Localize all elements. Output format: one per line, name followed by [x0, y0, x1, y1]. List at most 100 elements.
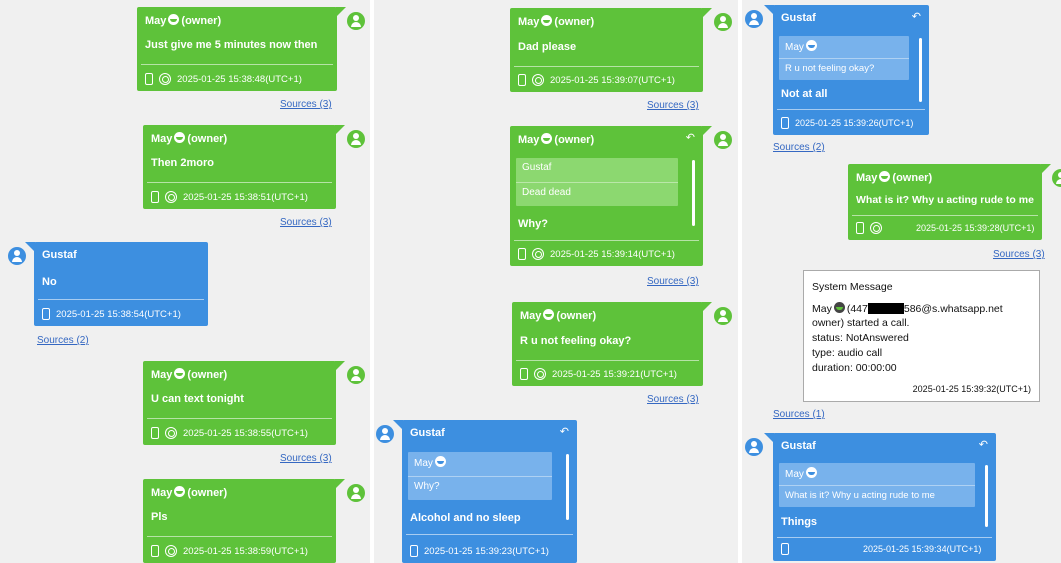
sender-name: May (owner): [856, 171, 933, 184]
group-icon: [165, 191, 177, 203]
quoted-message[interactable]: May What is it? Why u acting rude to me: [779, 463, 975, 507]
system-message-line: owner) started a call.: [812, 317, 910, 329]
quoted-message[interactable]: May Why?: [408, 452, 552, 500]
message-text: Dad please: [518, 41, 577, 53]
sources-link[interactable]: Sources (3): [280, 453, 332, 464]
sender-name: Gustaf: [410, 427, 445, 439]
quoted-message[interactable]: Gustaf Dead dead: [516, 158, 678, 206]
message-text: R u not feeling okay?: [520, 335, 632, 347]
reply-icon[interactable]: ↶: [912, 10, 921, 23]
message-footer: 2025-01-25 15:39:28(UTC+1): [856, 222, 1034, 234]
message-bubble[interactable]: Gustaf ↶ May R u not feeling okay? Not a…: [764, 5, 929, 135]
quote-scrollbar[interactable]: [985, 465, 988, 527]
user-avatar-icon: [347, 12, 365, 30]
redaction-box: [867, 303, 904, 314]
message-footer: 2025-01-25 15:38:59(UTC+1): [151, 545, 308, 557]
group-icon: [532, 74, 544, 86]
system-message-caller: May (447 586@s.whatsapp.net: [812, 302, 1003, 315]
emoji-icon: [174, 486, 186, 497]
message-text: Not at all: [781, 88, 828, 100]
reply-icon[interactable]: ↶: [979, 438, 988, 451]
user-avatar-icon: [347, 366, 365, 384]
phone-icon: [781, 117, 789, 129]
message-bubble[interactable]: May (owner) Dad please 2025-01-25 15:39:0…: [510, 8, 712, 92]
sources-link[interactable]: Sources (3): [647, 100, 699, 111]
user-avatar-icon: [714, 307, 732, 325]
message-footer: 2025-01-25 15:38:54(UTC+1): [42, 308, 181, 320]
group-icon: [532, 248, 544, 260]
emoji-icon: [174, 368, 186, 379]
emoji-icon: [543, 309, 555, 320]
emoji-icon: [541, 133, 553, 144]
message-bubble[interactable]: May (owner) What is it? Why u acting rude…: [848, 164, 1051, 240]
message-footer: 2025-01-25 15:39:14(UTC+1): [518, 248, 675, 260]
quoted-sender: May: [785, 40, 819, 53]
emoji-icon: [833, 302, 845, 313]
sources-link[interactable]: Sources (3): [280, 217, 332, 228]
sources-link[interactable]: Sources (2): [37, 335, 89, 346]
quoted-sender: Gustaf: [522, 162, 552, 173]
message-text: No: [42, 276, 57, 288]
timestamp: 2025-01-25 15:38:51(UTC+1): [183, 191, 308, 203]
timestamp: 2025-01-25 15:39:14(UTC+1): [550, 248, 675, 260]
phone-icon: [520, 368, 528, 380]
quoted-text: What is it? Why u acting rude to me: [779, 485, 975, 507]
message-footer: 2025-01-25 15:39:34(UTC+1): [781, 543, 981, 555]
message-bubble[interactable]: May (owner) R u not feeling okay? 2025-01…: [512, 302, 712, 386]
phone-icon: [518, 74, 526, 86]
sources-link[interactable]: Sources (3): [647, 276, 699, 287]
user-avatar-icon: [745, 10, 763, 28]
phone-icon: [42, 308, 50, 320]
sender-name: May (owner): [520, 309, 597, 322]
phone-icon: [151, 545, 159, 557]
timestamp: 2025-01-25 15:39:34(UTC+1): [863, 544, 982, 554]
emoji-icon: [168, 14, 180, 25]
message-footer: 2025-01-25 15:39:23(UTC+1): [410, 545, 549, 557]
message-text: Alcohol and no sleep: [410, 512, 521, 524]
quote-scrollbar[interactable]: [919, 38, 922, 102]
message-footer: 2025-01-25 15:38:48(UTC+1): [145, 73, 302, 85]
quote-scrollbar[interactable]: [692, 160, 695, 226]
message-bubble[interactable]: Gustaf No 2025-01-25 15:38:54(UTC+1): [25, 242, 208, 326]
emoji-icon: [879, 171, 891, 182]
emoji-icon: [805, 40, 817, 51]
group-icon: [165, 545, 177, 557]
reply-icon[interactable]: ↶: [560, 425, 569, 438]
quoted-text: Dead dead: [516, 182, 678, 206]
message-footer: 2025-01-25 15:38:55(UTC+1): [151, 427, 308, 439]
quoted-message[interactable]: May R u not feeling okay?: [779, 36, 909, 80]
call-duration: duration: 00:00:00: [812, 362, 897, 374]
message-bubble[interactable]: Gustaf ↶ May What is it? Why u acting ru…: [764, 433, 996, 561]
system-message-title: System Message: [812, 281, 893, 293]
message-bubble[interactable]: May (owner) Just give me 5 minutes now th…: [137, 7, 346, 91]
message-bubble[interactable]: May (owner) ↶ Gustaf Dead dead Why? 2025-…: [510, 126, 712, 266]
user-avatar-icon: [347, 130, 365, 148]
sources-link[interactable]: Sources (2): [773, 142, 825, 153]
message-footer: 2025-01-25 15:39:07(UTC+1): [518, 74, 675, 86]
message-bubble[interactable]: May (owner) Then 2moro 2025-01-25 15:38:5…: [143, 125, 345, 209]
sender-name: May (owner): [151, 368, 228, 381]
message-text: Pls: [151, 511, 168, 523]
sources-link[interactable]: Sources (1): [773, 409, 825, 420]
timestamp: 2025-01-25 15:39:07(UTC+1): [550, 74, 675, 86]
message-footer: 2025-01-25 15:38:51(UTC+1): [151, 191, 308, 203]
quoted-text: Why?: [408, 476, 552, 500]
user-avatar-icon: [376, 425, 394, 443]
timestamp: 2025-01-25 15:39:26(UTC+1): [795, 118, 914, 128]
emoji-icon: [174, 132, 186, 143]
message-bubble[interactable]: Gustaf ↶ May Why? Alcohol and no sleep 2…: [393, 420, 577, 563]
reply-icon[interactable]: ↶: [686, 131, 695, 144]
sources-link[interactable]: Sources (3): [993, 249, 1045, 260]
sources-link[interactable]: Sources (3): [280, 99, 332, 110]
message-text: Just give me 5 minutes now then: [145, 39, 318, 51]
system-message[interactable]: System Message May (447 586@s.whatsapp.net…: [803, 270, 1040, 402]
quoted-sender: May: [785, 467, 819, 480]
sources-link[interactable]: Sources (3): [647, 394, 699, 405]
message-bubble[interactable]: May (owner) Pls 2025-01-25 15:38:59(UTC+1…: [143, 479, 345, 563]
sender-name: May (owner): [518, 15, 595, 28]
sender-name: May (owner): [151, 132, 228, 145]
message-bubble[interactable]: May (owner) U can text tonight 2025-01-25…: [143, 361, 345, 445]
quote-scrollbar[interactable]: [566, 454, 569, 520]
group-icon: [165, 427, 177, 439]
timestamp: 2025-01-25 15:39:21(UTC+1): [552, 368, 677, 380]
